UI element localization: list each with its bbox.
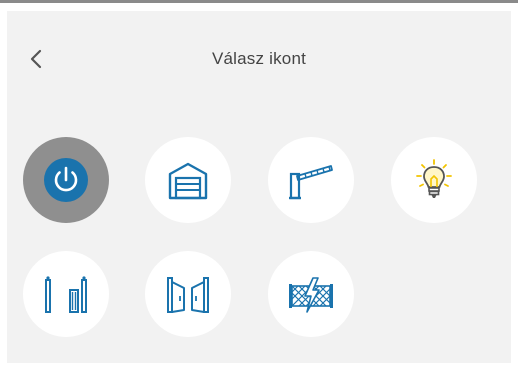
icon-option-light-bulb[interactable] [391,137,477,223]
content-panel: Válasz ikont [7,11,511,363]
icon-option-swing-gate[interactable] [145,251,231,337]
icon-option-sliding-gate[interactable] [23,251,109,337]
icon-option-electric-fence[interactable] [268,251,354,337]
top-divider [0,0,518,3]
icon-option-garage[interactable] [145,137,231,223]
garage-icon [168,162,208,200]
power-icon [44,158,88,202]
light-bulb-icon [416,159,452,198]
icon-option-power[interactable] [23,137,109,223]
barrier-gate-icon [289,165,333,200]
header: Válasz ikont [7,11,511,99]
icon-picker-screen: Válasz ikont [0,0,518,370]
icon-option-barrier-gate[interactable] [268,137,354,223]
sliding-gate-icon [45,276,87,313]
page-title: Válasz ikont [211,49,307,68]
electric-fence-icon [289,277,333,313]
swing-gate-icon [167,277,209,313]
